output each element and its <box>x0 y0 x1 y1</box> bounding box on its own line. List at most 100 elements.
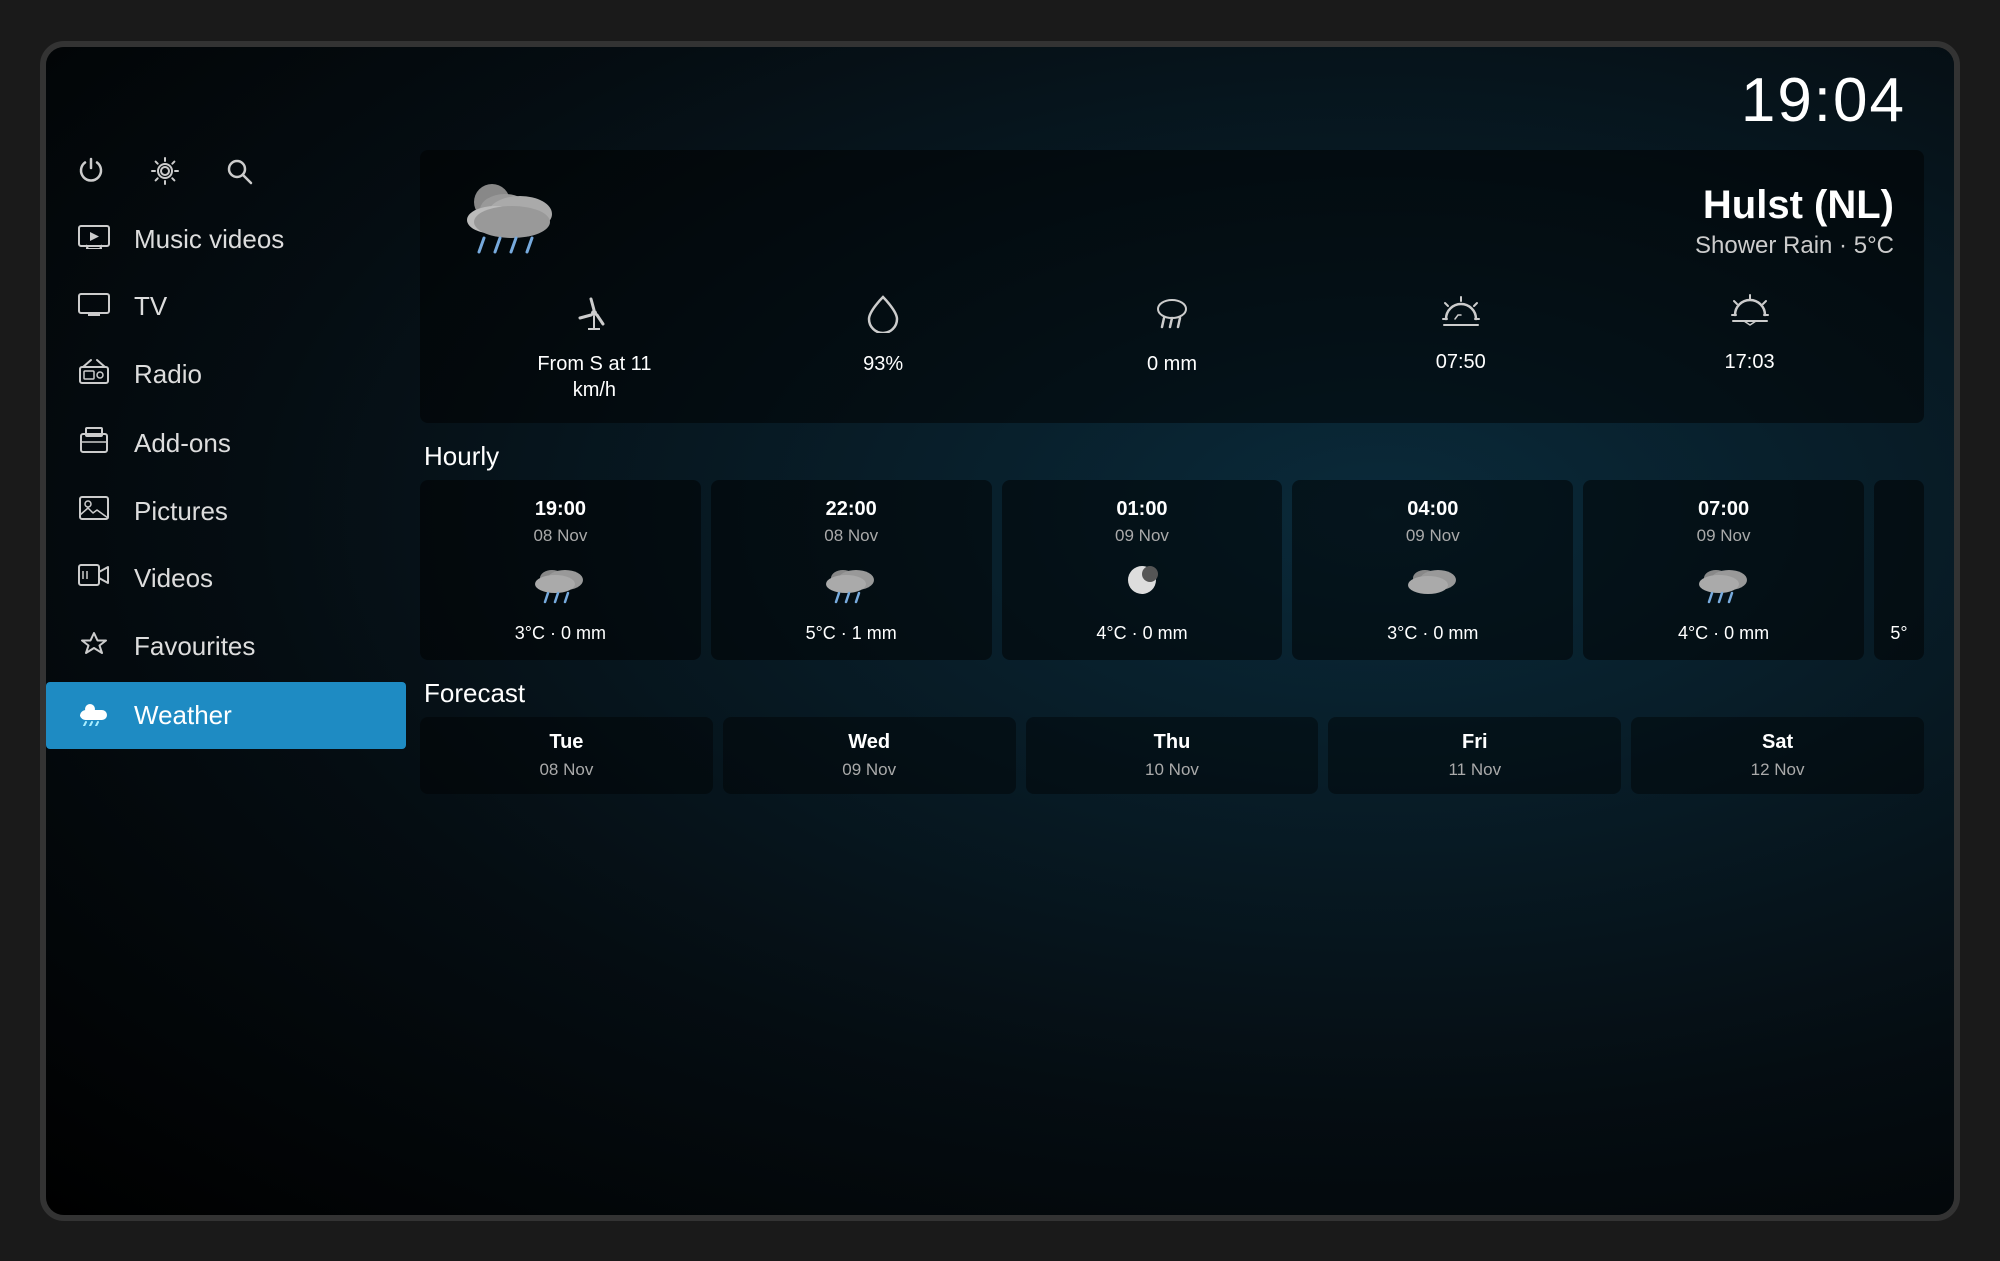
hourly-cards: 19:0008 Nov <box>420 480 1924 660</box>
forecast-day-0: Tue <box>549 731 583 754</box>
pictures-icon <box>76 495 112 528</box>
main-layout: Music videos TV <box>46 136 1954 1215</box>
rain-icon <box>1152 293 1192 343</box>
settings-button[interactable] <box>150 156 180 186</box>
hourly-icon-2 <box>1112 558 1172 613</box>
hourly-card-0[interactable]: 19:0008 Nov <box>420 480 701 660</box>
hourly-icon-4 <box>1694 558 1754 613</box>
hourly-card-partial: 5° <box>1874 480 1924 660</box>
videos-icon <box>76 562 112 595</box>
forecast-section: Forecast Tue 08 Nov Wed 09 Nov Thu 10 N <box>420 678 1924 794</box>
sidebar-item-weather[interactable]: Weather <box>46 682 406 749</box>
favourites-label: Favourites <box>134 631 255 662</box>
forecast-day-2: Thu <box>1154 731 1191 754</box>
hourly-card-3[interactable]: 04:0009 Nov 3°C · 0 mm <box>1292 480 1573 660</box>
hourly-card-4[interactable]: 07:0009 Nov <box>1583 480 1864 660</box>
forecast-date-1: 09 Nov <box>842 760 896 780</box>
hourly-temp-3: 3°C · 0 mm <box>1387 623 1478 644</box>
content-area: Hulst (NL) Shower Rain · 5°C <box>406 136 1954 1215</box>
detail-sunrise: 07:50 <box>1396 293 1526 403</box>
sidebar-item-favourites[interactable]: Favourites <box>46 613 406 680</box>
sunset-icon <box>1729 293 1771 341</box>
hourly-temp-1: 5°C · 1 mm <box>806 623 897 644</box>
top-bar: 19:04 <box>46 47 1954 136</box>
videos-label: Videos <box>134 563 213 594</box>
location-name: Hulst (NL) <box>1695 183 1894 228</box>
hourly-icon-3 <box>1403 558 1463 613</box>
sunrise-value: 07:50 <box>1436 349 1486 375</box>
hourly-temp-2: 4°C · 0 mm <box>1096 623 1187 644</box>
sidebar-item-videos[interactable]: Videos <box>46 546 406 611</box>
forecast-card-1[interactable]: Wed 09 Nov <box>723 717 1016 794</box>
forecast-card-3[interactable]: Fri 11 Nov <box>1328 717 1621 794</box>
hourly-time-4: 07:0009 Nov <box>1697 496 1751 548</box>
hourly-section: Hourly 19:0008 Nov <box>420 441 1924 660</box>
music-videos-label: Music videos <box>134 224 284 255</box>
hourly-icon-1 <box>821 558 881 613</box>
addons-icon <box>76 426 112 461</box>
forecast-date-3: 11 Nov <box>1448 760 1501 780</box>
hourly-time-1: 22:0008 Nov <box>824 496 878 548</box>
sidebar-item-music-videos[interactable]: Music videos <box>46 207 406 272</box>
detail-sunset: 17:03 <box>1685 293 1815 403</box>
tv-label: TV <box>134 291 167 322</box>
hourly-time-0: 19:0008 Nov <box>533 496 587 548</box>
hourly-time-3: 04:0009 Nov <box>1406 496 1460 548</box>
forecast-cards: Tue 08 Nov Wed 09 Nov Thu 10 Nov Fri <box>420 717 1924 794</box>
humidity-value: 93% <box>863 351 903 377</box>
current-location: Hulst (NL) Shower Rain · 5°C <box>1695 183 1894 260</box>
hourly-section-title: Hourly <box>420 441 1924 472</box>
detail-wind: From S at 11km/h <box>529 293 659 403</box>
location-condition: Shower Rain · 5°C <box>1695 232 1894 260</box>
forecast-section-title: Forecast <box>420 678 1924 709</box>
sidebar-item-tv[interactable]: TV <box>46 274 406 339</box>
forecast-card-0[interactable]: Tue 08 Nov <box>420 717 713 794</box>
sidebar-item-addons[interactable]: Add-ons <box>46 410 406 477</box>
forecast-day-4: Sat <box>1762 731 1793 754</box>
sidebar-icons-row <box>46 146 406 206</box>
hourly-temp-0: 3°C · 0 mm <box>515 623 606 644</box>
tv-icon <box>76 290 112 323</box>
power-button[interactable] <box>76 156 106 186</box>
current-details-row: From S at 11km/h 93% <box>450 287 1894 403</box>
favourites-icon <box>76 629 112 664</box>
hourly-time-2: 01:0009 Nov <box>1115 496 1169 548</box>
weather-icon <box>76 698 112 733</box>
radio-icon <box>76 357 112 392</box>
forecast-day-3: Fri <box>1462 731 1488 754</box>
humidity-icon <box>865 293 901 343</box>
forecast-date-4: 12 Nov <box>1751 760 1805 780</box>
music-videos-icon <box>76 223 112 256</box>
current-weather-top: Hulst (NL) Shower Rain · 5°C <box>450 170 1894 273</box>
sunset-value: 17:03 <box>1725 349 1775 375</box>
search-button[interactable] <box>224 156 254 186</box>
addons-label: Add-ons <box>134 428 231 459</box>
hourly-card-1[interactable]: 22:0008 Nov <box>711 480 992 660</box>
current-weather-main-icon <box>450 170 570 273</box>
forecast-day-1: Wed <box>848 731 890 754</box>
forecast-card-4[interactable]: Sat 12 Nov <box>1631 717 1924 794</box>
sidebar-item-radio[interactable]: Radio <box>46 341 406 408</box>
detail-humidity: 93% <box>818 293 948 403</box>
forecast-date-0: 08 Nov <box>539 760 593 780</box>
hourly-temp-4: 4°C · 0 mm <box>1678 623 1769 644</box>
sunrise-icon <box>1440 293 1482 341</box>
device-frame: 19:04 <box>40 41 1960 1221</box>
forecast-date-2: 10 Nov <box>1145 760 1199 780</box>
wind-icon <box>574 293 614 343</box>
clock: 19:04 <box>1741 65 1906 136</box>
sidebar: Music videos TV <box>46 136 406 1215</box>
rain-value: 0 mm <box>1147 351 1197 377</box>
radio-label: Radio <box>134 359 202 390</box>
weather-label: Weather <box>134 700 232 731</box>
hourly-icon-0 <box>530 558 590 613</box>
sidebar-item-pictures[interactable]: Pictures <box>46 479 406 544</box>
forecast-card-2[interactable]: Thu 10 Nov <box>1026 717 1319 794</box>
detail-rain: 0 mm <box>1107 293 1237 403</box>
partial-temp: 5° <box>1890 623 1907 644</box>
current-weather-card: Hulst (NL) Shower Rain · 5°C <box>420 150 1924 423</box>
hourly-card-2[interactable]: 01:0009 Nov 4°C · 0 mm <box>1002 480 1283 660</box>
screen: 19:04 <box>46 47 1954 1215</box>
wind-value: From S at 11km/h <box>537 351 651 403</box>
pictures-label: Pictures <box>134 496 228 527</box>
